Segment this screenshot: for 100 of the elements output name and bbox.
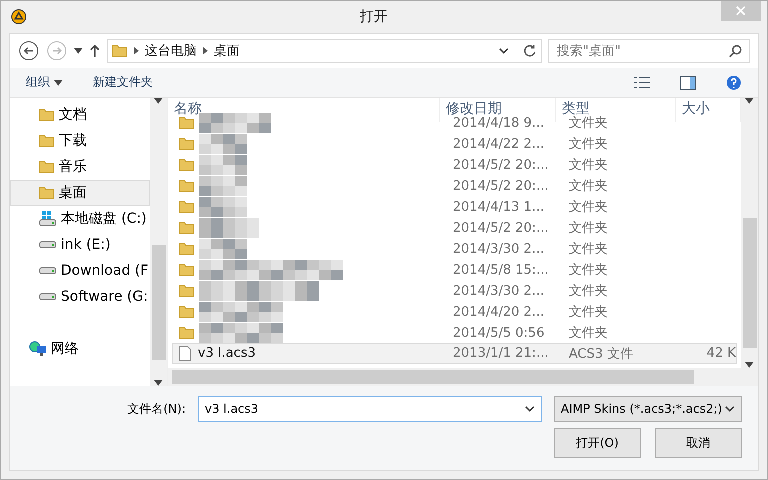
folder-icon bbox=[179, 200, 195, 214]
cancel-button[interactable]: 取消 bbox=[655, 428, 742, 458]
scrollbar[interactable] bbox=[150, 98, 167, 386]
type-cell-text: 文件夹 bbox=[568, 325, 609, 342]
address-bar[interactable]: 这台电脑 桌面 bbox=[107, 39, 542, 63]
sidebar-item[interactable]: 下载 bbox=[10, 128, 150, 154]
folder-icon bbox=[179, 158, 195, 172]
sidebar-item[interactable]: ink (E:) bbox=[10, 232, 150, 258]
type-cell-text: 文件夹 bbox=[568, 262, 609, 279]
drive-icon bbox=[39, 241, 57, 249]
folder-icon bbox=[179, 326, 195, 340]
type-cell-text: 文件夹 bbox=[568, 304, 609, 321]
view-list-icon[interactable] bbox=[634, 76, 650, 88]
network-icon bbox=[29, 341, 47, 357]
open-button[interactable]: 打开(O) bbox=[554, 428, 641, 458]
file-row[interactable]: 2014/4/20 2... 文件夹 bbox=[172, 301, 737, 322]
file-row[interactable]: 2014/4/13 1... 文件夹 bbox=[172, 196, 737, 217]
folder-icon bbox=[179, 242, 195, 256]
close-icon bbox=[736, 6, 746, 16]
search-icon bbox=[729, 45, 742, 58]
file-row[interactable]: 2014/5/8 15:... 文件夹 bbox=[172, 259, 737, 280]
date-cell-text: 2014/5/2 20:... bbox=[452, 178, 550, 194]
file-row[interactable]: v3 l.acs3 2013/1/1 21:... ACS3 文件 42 K bbox=[172, 343, 737, 364]
chevron-icon bbox=[203, 47, 208, 55]
dropdown-icon[interactable] bbox=[525, 406, 535, 412]
date-cell-text: 2014/5/2 20:... bbox=[452, 220, 550, 236]
date-cell-text: 2014/3/30 2... bbox=[452, 284, 546, 298]
window-title: 打开 bbox=[360, 8, 388, 26]
folder-icon bbox=[179, 284, 195, 298]
file-row[interactable]: 2014/4/22 2... 文件夹 bbox=[172, 133, 737, 154]
sidebar-item[interactable]: 本地磁盘 (C:) bbox=[10, 206, 150, 232]
sidebar-item[interactable]: Download (F bbox=[10, 258, 150, 284]
app-logo-icon bbox=[11, 9, 27, 25]
date-cell-text: 2014/4/20 2... bbox=[452, 304, 546, 320]
file-row[interactable]: 2014/3/30 2... 文件夹 bbox=[172, 238, 737, 259]
type-cell-text: 文件夹 bbox=[568, 241, 609, 258]
type-cell-text: 文件夹 bbox=[568, 136, 609, 153]
folder-icon bbox=[179, 137, 195, 151]
file-icon bbox=[179, 346, 192, 362]
type-cell-text: 文件夹 bbox=[568, 283, 609, 300]
help-icon[interactable] bbox=[726, 74, 742, 90]
caret-icon bbox=[54, 80, 63, 86]
folder-icon bbox=[179, 305, 195, 319]
folder-icon bbox=[39, 160, 55, 174]
folder-icon bbox=[179, 179, 195, 193]
folder-icon bbox=[179, 116, 195, 130]
date-cell-text: 2013/1/1 21:... bbox=[452, 346, 550, 361]
organize-menu[interactable]: 组织 bbox=[26, 74, 63, 91]
new-folder-button[interactable]: 新建文件夹 bbox=[93, 74, 153, 91]
drive-icon bbox=[39, 267, 57, 275]
file-name: v3 l.acs3 bbox=[197, 346, 256, 361]
breadcrumb-item[interactable]: 桌面 bbox=[214, 42, 240, 60]
blurred-name-drawing bbox=[199, 197, 247, 217]
scroll-down-icon bbox=[154, 380, 163, 386]
file-row[interactable]: 2014/3/30 2... 文件夹 bbox=[172, 280, 737, 301]
sidebar-item[interactable]: 网络 bbox=[10, 336, 150, 362]
sidebar-item[interactable]: 桌面 bbox=[10, 180, 150, 206]
type-cell-text: 文件夹 bbox=[568, 178, 609, 195]
system-drive-icon bbox=[39, 211, 57, 227]
folder-icon bbox=[39, 134, 55, 148]
breadcrumb-item[interactable]: 这台电脑 bbox=[145, 42, 197, 60]
date-cell-text: 2014/3/30 2... bbox=[452, 242, 546, 256]
folder-icon bbox=[112, 44, 128, 58]
filename-label: 文件名(N): bbox=[126, 400, 186, 418]
type-cell-text: ACS3 文件 bbox=[568, 346, 634, 362]
drive-icon bbox=[39, 293, 57, 301]
chevron-icon bbox=[134, 47, 139, 55]
preview-pane-icon[interactable] bbox=[680, 76, 696, 90]
sidebar-item[interactable]: 音乐 bbox=[10, 154, 150, 180]
blurred-name-drawing bbox=[199, 155, 247, 175]
dropdown-icon[interactable] bbox=[499, 48, 509, 54]
dropdown-icon[interactable] bbox=[725, 406, 735, 412]
blurred-name-drawing bbox=[199, 176, 247, 196]
back-button[interactable] bbox=[18, 40, 40, 62]
folder-icon bbox=[39, 186, 55, 200]
file-row[interactable]: 2014/5/5 0:56 文件夹 bbox=[172, 322, 737, 343]
up-arrow-icon[interactable] bbox=[89, 44, 101, 58]
file-row[interactable]: 2014/5/2 20:... 文件夹 bbox=[172, 175, 737, 196]
filename-field[interactable]: v3 l.acs3 bbox=[198, 396, 542, 422]
refresh-icon[interactable] bbox=[523, 44, 537, 58]
date-cell-text: 2014/5/5 0:56 bbox=[452, 326, 546, 340]
horizontal-scrollbar[interactable] bbox=[168, 368, 758, 386]
type-cell-text: 文件夹 bbox=[568, 157, 609, 174]
recent-caret-icon bbox=[74, 48, 83, 54]
blurred-name-drawing bbox=[199, 218, 259, 238]
type-cell-text: 文件夹 bbox=[568, 220, 609, 237]
date-cell-text: 2014/4/22 2... bbox=[452, 136, 546, 152]
file-row[interactable]: 2014/5/2 20:... 文件夹 bbox=[172, 154, 737, 175]
search-field[interactable]: 搜索"桌面" bbox=[548, 39, 750, 63]
size-cell-text: 42 K bbox=[706, 346, 736, 361]
date-cell-text: 2014/4/13 1... bbox=[452, 200, 546, 214]
scrollbar[interactable] bbox=[741, 98, 758, 368]
file-row[interactable]: 2014/5/2 20:... 文件夹 bbox=[172, 217, 737, 238]
date-cell-text: 2014/5/8 15:... bbox=[452, 262, 550, 278]
folder-icon bbox=[179, 263, 195, 277]
date-cell-text: 2014/5/2 20:... bbox=[452, 158, 550, 172]
file-type-select[interactable]: AIMP Skins (*.acs3;*.acs2;) bbox=[554, 396, 742, 422]
sidebar-item[interactable]: 文档 bbox=[10, 102, 150, 128]
folder-icon bbox=[179, 221, 195, 235]
sidebar-item[interactable]: Software (G: bbox=[10, 284, 150, 310]
